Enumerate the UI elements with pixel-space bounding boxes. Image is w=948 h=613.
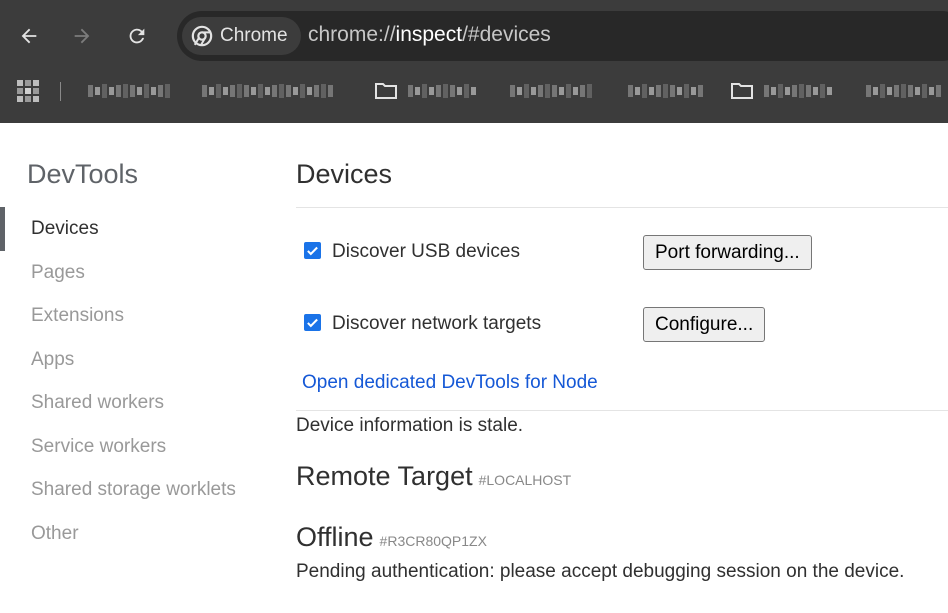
- discover-usb-checkbox[interactable]: [304, 242, 321, 259]
- port-forwarding-button[interactable]: Port forwarding...: [643, 235, 812, 270]
- sidebar-item-pages[interactable]: Pages: [31, 262, 85, 284]
- blurred-bookmark-label: [866, 83, 941, 98]
- sidebar-item-extensions[interactable]: Extensions: [31, 305, 124, 327]
- open-node-devtools-link[interactable]: Open dedicated DevTools for Node: [302, 372, 598, 394]
- device-status-title: Offline: [296, 522, 374, 552]
- reload-icon: [129, 28, 145, 44]
- devtools-sidebar: DevTools Devices Pages Extensions Apps S…: [0, 123, 270, 613]
- sidebar-item-shared-workers[interactable]: Shared workers: [31, 392, 164, 414]
- bookmark-folder[interactable]: [730, 70, 832, 111]
- discover-network-label[interactable]: Discover network targets: [332, 313, 541, 335]
- bookmark-folder[interactable]: [374, 70, 476, 111]
- address-bar[interactable]: Chrome chrome://inspect/#devices: [177, 11, 948, 61]
- section-divider: [296, 410, 948, 411]
- back-button[interactable]: [11, 18, 47, 54]
- browser-toolbar: Chrome chrome://inspect/#devices: [0, 0, 948, 70]
- url-host: inspect: [395, 23, 463, 46]
- remote-target-tag: #LOCALHOST: [478, 472, 572, 488]
- blurred-bookmark-label: [202, 83, 333, 98]
- blurred-bookmark-label: [764, 83, 832, 98]
- page-title: Devices: [296, 159, 393, 189]
- apps-grid-icon: [17, 79, 39, 102]
- bookmark-item[interactable]: [202, 70, 333, 111]
- site-chip-label: Chrome: [220, 25, 288, 46]
- remote-target-title: Remote Target: [296, 461, 473, 491]
- blurred-bookmark-label: [408, 83, 476, 98]
- discover-usb-label[interactable]: Discover USB devices: [332, 241, 520, 263]
- configure-button[interactable]: Configure...: [643, 307, 766, 342]
- arrow-right-icon: [74, 28, 90, 44]
- chrome-logo-icon: [191, 25, 213, 47]
- title-divider: [296, 207, 948, 208]
- folder-icon: [731, 82, 753, 99]
- discover-network-checkbox[interactable]: [304, 314, 321, 331]
- bookmark-item[interactable]: [510, 70, 592, 111]
- apps-grid-button[interactable]: [16, 70, 40, 111]
- blurred-bookmark-label: [510, 83, 592, 98]
- bookmark-item[interactable]: [88, 70, 170, 111]
- bookmark-item[interactable]: [866, 70, 941, 111]
- forward-button[interactable]: [64, 18, 100, 54]
- bookmark-item[interactable]: [628, 70, 703, 111]
- pending-auth-text: Pending authentication: please accept de…: [296, 561, 905, 582]
- sidebar-item-service-workers[interactable]: Service workers: [31, 436, 166, 458]
- stale-info-text: Device information is stale.: [296, 415, 524, 436]
- sidebar-title: DevTools: [27, 159, 139, 189]
- url-path: /#devices: [462, 23, 551, 46]
- reload-button[interactable]: [119, 18, 155, 54]
- sidebar-item-shared-storage-worklets[interactable]: Shared storage worklets: [31, 479, 236, 501]
- sidebar-item-devices[interactable]: Devices: [31, 218, 99, 240]
- sidebar-item-other[interactable]: Other: [31, 523, 79, 545]
- checkmark-icon: [307, 246, 318, 256]
- site-chip[interactable]: Chrome: [182, 17, 301, 55]
- blurred-bookmark-label: [88, 83, 170, 98]
- url-scheme: chrome://: [308, 23, 396, 46]
- arrow-left-icon: [21, 28, 37, 44]
- device-heading: Offline #R3CR80QP1ZX: [296, 522, 487, 553]
- url-text[interactable]: chrome://inspect/#devices: [308, 23, 551, 47]
- remote-target-heading: Remote Target #LOCALHOST: [296, 461, 571, 492]
- sidebar-item-apps[interactable]: Apps: [31, 349, 74, 371]
- bookmarks-separator: [60, 82, 61, 101]
- bookmarks-bar: [0, 70, 948, 123]
- checkmark-icon: [307, 318, 318, 328]
- sidebar-active-indicator: [0, 207, 5, 251]
- folder-icon: [375, 82, 397, 99]
- device-serial-tag: #R3CR80QP1ZX: [379, 533, 487, 549]
- blurred-bookmark-label: [628, 83, 703, 98]
- devices-panel: Devices Discover USB devices Port forwar…: [296, 123, 948, 613]
